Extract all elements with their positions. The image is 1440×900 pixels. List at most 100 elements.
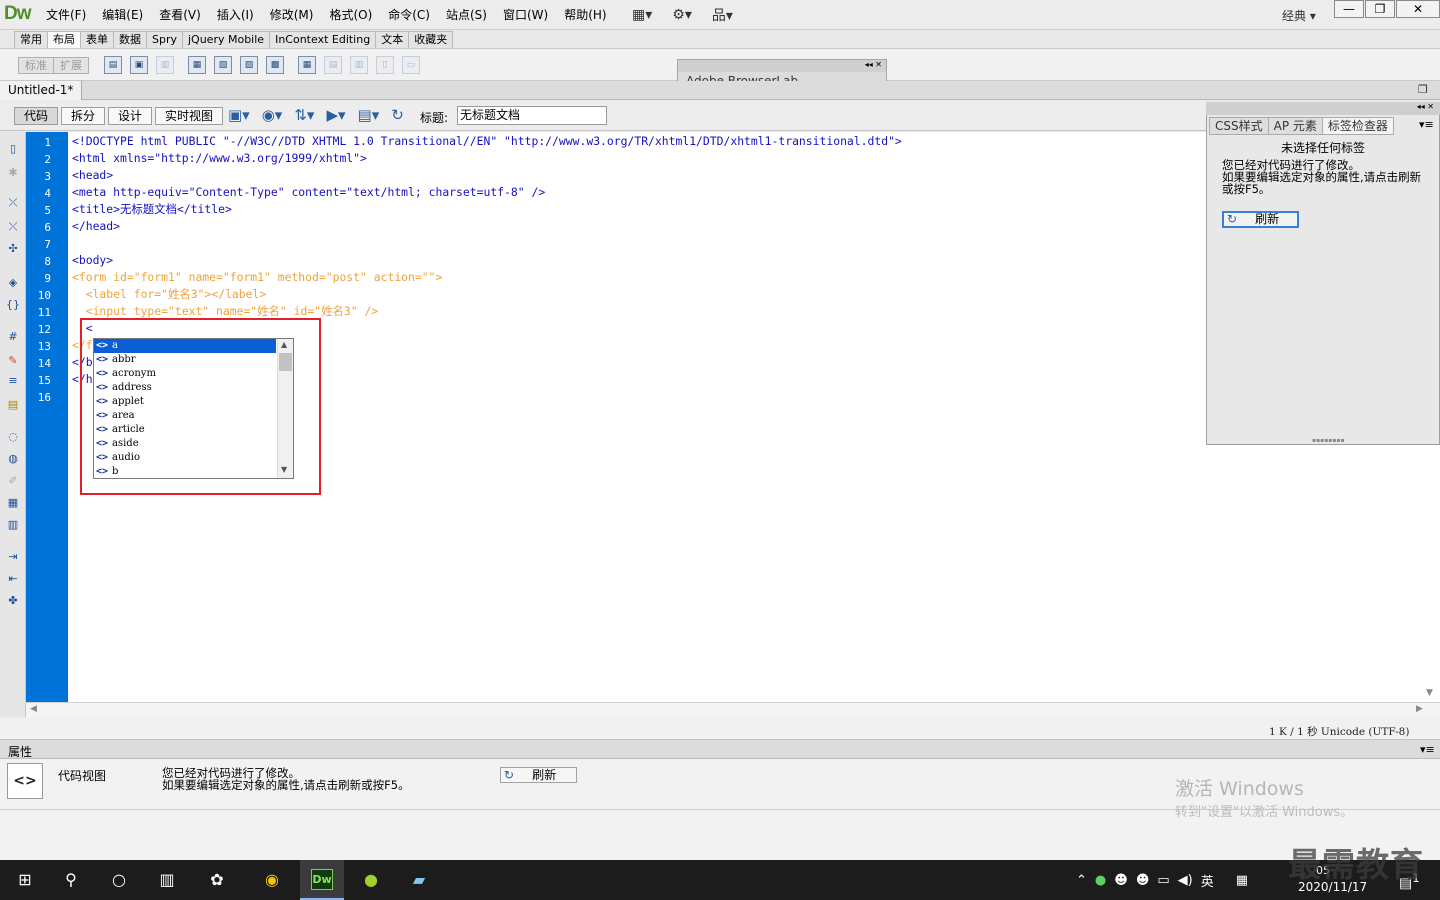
menu-modify[interactable]: 修改(M): [262, 7, 322, 23]
document-tab[interactable]: Untitled-1*: [0, 81, 83, 100]
code-line[interactable]: <meta http-equiv="Content-Type" content=…: [72, 184, 545, 201]
table-col-icon[interactable]: ▥: [350, 56, 368, 74]
spry-menubar-icon[interactable]: ▦: [188, 56, 206, 74]
menu-window[interactable]: 窗口(W): [495, 7, 556, 23]
gear-icon[interactable]: ⚙▾: [672, 7, 692, 23]
chrome-icon[interactable]: ◉: [259, 868, 285, 892]
cortana-icon[interactable]: ○: [106, 868, 132, 892]
task-view-icon[interactable]: ▥: [154, 868, 180, 892]
resize-grip-icon[interactable]: ▪▪▪▪▪▪▪▪: [1312, 437, 1345, 444]
balance-braces-icon[interactable]: {}: [5, 298, 21, 312]
highlight-invalid-icon[interactable]: ✎: [5, 354, 21, 368]
tab-text[interactable]: 文本: [375, 31, 410, 48]
horizontal-scrollbar[interactable]: ◀ ▶: [26, 702, 1440, 718]
qq-icon[interactable]: ☻: [1136, 873, 1150, 888]
list-item[interactable]: <> b: [94, 465, 276, 479]
search-icon[interactable]: ⚲: [58, 868, 84, 892]
windows-start-icon[interactable]: ⊞: [12, 868, 38, 892]
code-hint-list[interactable]: <> a <> abbr <> acronym <> address <> applet …: [93, 338, 294, 479]
notepad-icon[interactable]: ▰: [406, 868, 432, 892]
menu-view[interactable]: 查看(V): [151, 7, 209, 23]
live-view-button[interactable]: 实时视图: [155, 107, 224, 125]
tab-common[interactable]: 常用: [14, 31, 48, 48]
network-icon[interactable]: ▭: [1157, 873, 1169, 888]
design-view-button[interactable]: 设计: [108, 107, 153, 125]
tab-incontext-editing[interactable]: InContext Editing: [269, 31, 377, 48]
menu-help[interactable]: 帮助(H): [556, 7, 614, 23]
layout-icon[interactable]: ▦▾: [632, 7, 652, 23]
tab-jquery-mobile[interactable]: jQuery Mobile: [182, 31, 271, 48]
split-view-button[interactable]: 拆分: [61, 107, 106, 125]
tab-data[interactable]: 数据: [113, 31, 147, 48]
list-item[interactable]: <> article: [94, 423, 276, 437]
select-parent-tag-icon[interactable]: ◈: [5, 276, 21, 290]
panel-collapse-icon[interactable]: ◂◂ ✕: [678, 60, 886, 72]
panel-menu-icon[interactable]: ▾≡: [1419, 118, 1434, 131]
apply-comment-icon[interactable]: ◌: [5, 430, 21, 444]
tab-css-styles[interactable]: CSS样式: [1209, 117, 1269, 135]
file-management-icon[interactable]: ⇅▾: [294, 106, 314, 124]
visual-aids-icon[interactable]: ▤▾: [358, 106, 380, 124]
indent-code-icon[interactable]: ⇥: [5, 550, 21, 564]
div-tag-icon[interactable]: ▤: [104, 56, 122, 74]
close-button[interactable]: ✕: [1396, 0, 1440, 18]
table-row-icon[interactable]: ▤: [324, 56, 342, 74]
preview-browser-icon[interactable]: ◉▾: [262, 106, 283, 124]
outdent-code-icon[interactable]: ⇤: [5, 572, 21, 586]
scroll-down-icon[interactable]: ▼: [281, 465, 287, 474]
refresh-button[interactable]: ↻ 刷新: [1222, 211, 1299, 228]
code-editor-extension[interactable]: [1206, 445, 1440, 702]
tab-spry[interactable]: Spry: [146, 31, 183, 48]
frame-icon[interactable]: ▯: [376, 56, 394, 74]
code-line[interactable]: <label for="姓名3"></label>: [72, 286, 267, 303]
show-code-navigator-icon[interactable]: ✱: [5, 166, 21, 180]
collapse-selection-icon[interactable]: ⤬: [5, 220, 21, 234]
spry-collapsible-icon[interactable]: ▩: [266, 56, 284, 74]
code-view-button[interactable]: 代码: [14, 107, 59, 125]
multiscreen-icon[interactable]: ▣▾: [228, 106, 250, 124]
code-line[interactable]: </head>: [72, 218, 120, 235]
menu-format[interactable]: 格式(O): [321, 7, 380, 23]
wechat-icon[interactable]: ●: [1095, 873, 1106, 888]
spry-accordion-icon[interactable]: ▨: [240, 56, 258, 74]
panel-collapse-icon[interactable]: ◂◂ ✕: [1206, 102, 1440, 115]
green-app-icon[interactable]: ●: [358, 868, 384, 892]
pinwheel-app-icon[interactable]: ✿: [204, 868, 230, 892]
scroll-down-icon[interactable]: ▼: [1426, 688, 1433, 698]
expanded-mode-button[interactable]: 扩展: [53, 57, 89, 74]
site-map-icon[interactable]: 品▾: [712, 5, 733, 25]
restore-button[interactable]: ❐: [1365, 0, 1395, 18]
minimize-button[interactable]: —: [1334, 0, 1364, 18]
scroll-up-icon[interactable]: ▲: [281, 340, 287, 349]
remove-comment-icon[interactable]: ◍: [5, 452, 21, 466]
properties-title[interactable]: 属性: [8, 743, 32, 760]
title-input[interactable]: 无标题文档: [457, 106, 607, 125]
code-line[interactable]: <head>: [72, 167, 113, 184]
wrap-tag-icon[interactable]: ✐: [5, 474, 21, 488]
dreamweaver-taskbar-icon[interactable]: Dw: [311, 869, 333, 890]
list-item[interactable]: <> abbr: [94, 353, 276, 367]
properties-refresh-button[interactable]: ↻ 刷新: [500, 767, 577, 783]
menu-file[interactable]: 文件(F): [38, 7, 94, 23]
menu-edit[interactable]: 编辑(E): [94, 7, 151, 23]
volume-icon[interactable]: ◀): [1178, 873, 1193, 888]
line-numbers-icon[interactable]: #: [5, 330, 21, 344]
document-restore-icon[interactable]: ❐: [1418, 83, 1428, 96]
iframe-icon[interactable]: ▭: [402, 56, 420, 74]
menu-commands[interactable]: 命令(C): [380, 7, 438, 23]
hint-scrollbar[interactable]: ▲ ▼: [277, 339, 293, 478]
menu-insert[interactable]: 插入(I): [209, 7, 262, 23]
collapse-full-tag-icon[interactable]: ⤫: [5, 196, 21, 210]
panel-menu-icon[interactable]: ▾≡: [1420, 743, 1435, 756]
recent-snippets-icon[interactable]: ▦: [5, 496, 21, 510]
list-item[interactable]: <> aside: [94, 437, 276, 451]
code-line[interactable]: <title>无标题文档</title>: [72, 201, 232, 218]
standard-mode-button[interactable]: 标准: [18, 57, 54, 74]
ime-indicator[interactable]: 英: [1201, 871, 1214, 890]
tab-ap-elements[interactable]: AP 元素: [1267, 117, 1323, 135]
list-item[interactable]: <> applet: [94, 395, 276, 409]
list-item[interactable]: <> a: [94, 339, 276, 353]
ap-div-icon[interactable]: ▣: [130, 56, 148, 74]
tab-favorites[interactable]: 收藏夹: [408, 31, 454, 48]
format-source-icon[interactable]: ✤: [5, 594, 21, 608]
